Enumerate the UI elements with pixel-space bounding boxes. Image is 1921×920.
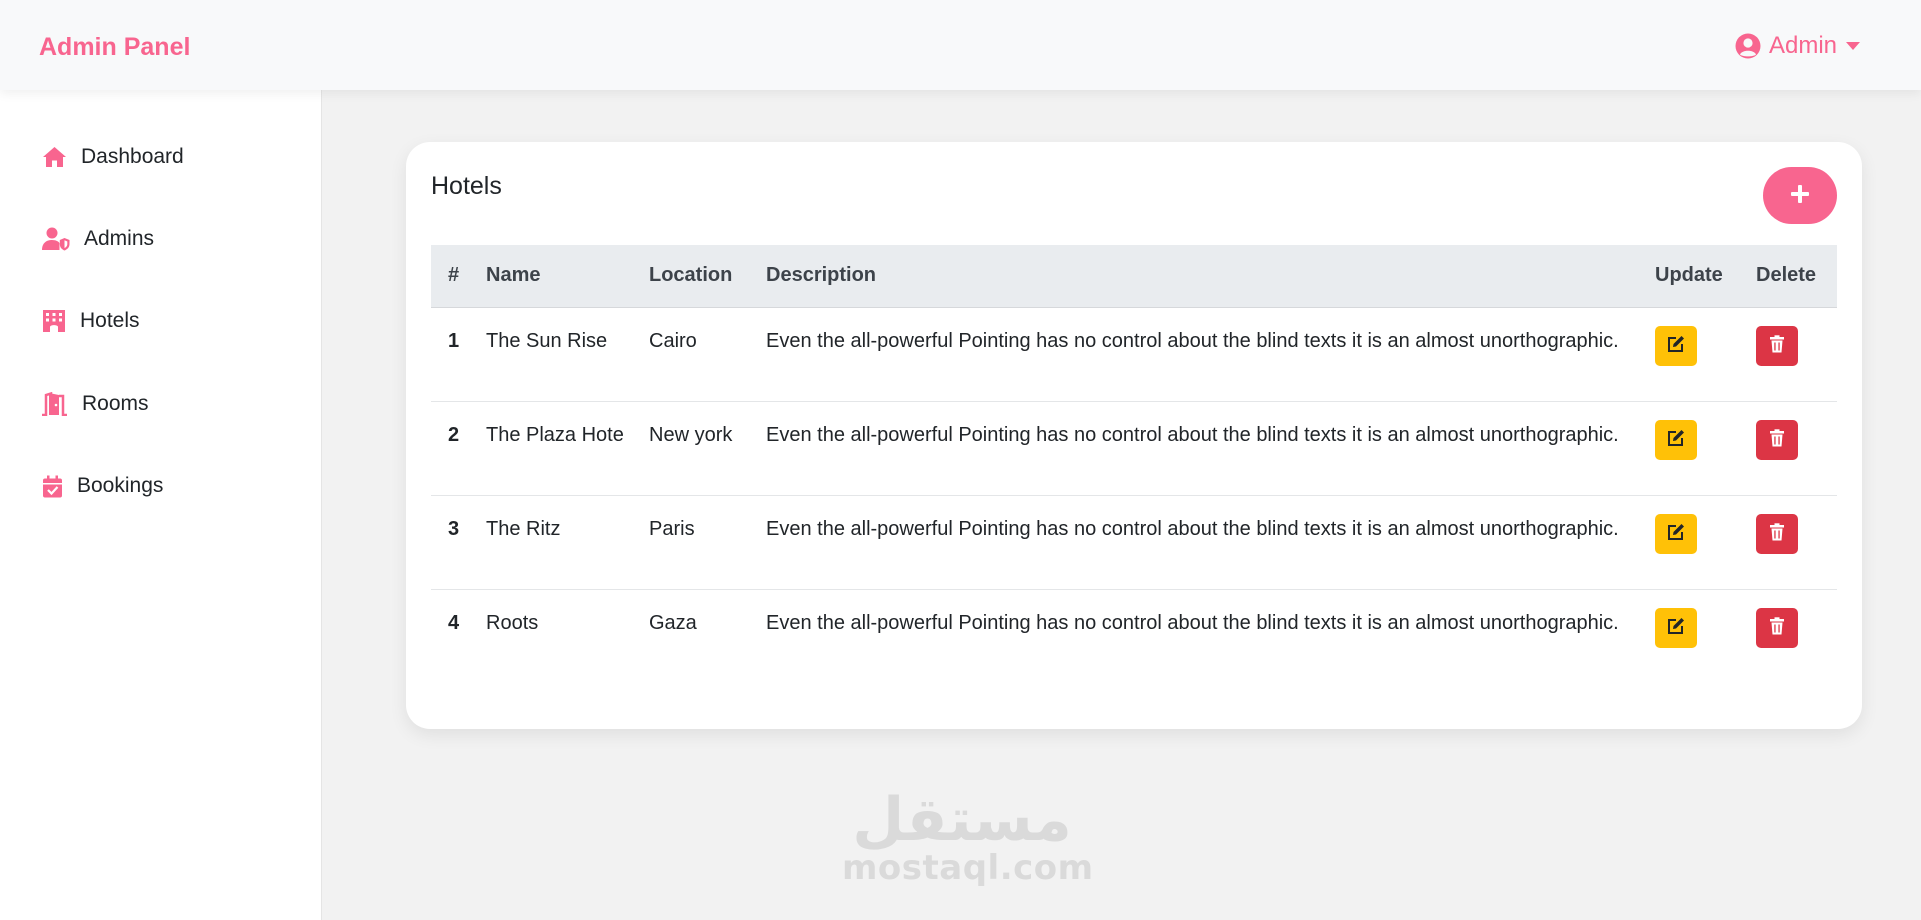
watermark-logo: مستقل mostaql.com	[842, 785, 1094, 888]
hotel-description: Even the all-powerful Pointing has no co…	[766, 611, 1619, 634]
row-number: 1	[431, 307, 476, 402]
delete-cell	[1746, 401, 1837, 496]
hotel-description: Even the all-powerful Pointing has no co…	[756, 495, 1645, 590]
update-button[interactable]	[1655, 513, 1697, 554]
sidebar-item-hotels[interactable]: Hotels	[42, 304, 140, 338]
hotel-name: The Plaza Hote	[476, 401, 639, 496]
brand-title[interactable]: Admin Panel	[39, 33, 190, 62]
trash-icon	[1769, 429, 1785, 450]
hotels-card: Hotels # Name Location Description Updat…	[406, 142, 1862, 729]
hotel-name: Roots	[486, 611, 539, 634]
add-hotel-button[interactable]	[1763, 167, 1837, 224]
column-header-description: Description	[756, 245, 1645, 308]
column-header-location: Location	[639, 245, 756, 308]
door-open-icon	[42, 392, 68, 416]
delete-cell	[1746, 589, 1837, 683]
column-header-name: Name	[476, 245, 639, 308]
user-menu-dropdown[interactable]: Admin	[1735, 30, 1861, 62]
delete-button[interactable]	[1756, 607, 1798, 648]
delete-button[interactable]	[1756, 419, 1798, 460]
watermark-latin-text: mostaql.com	[842, 848, 1094, 888]
sidebar-item-bookings[interactable]: Bookings	[42, 469, 163, 503]
delete-cell	[1746, 495, 1837, 590]
delete-cell	[1746, 307, 1837, 402]
trash-icon	[1769, 335, 1785, 356]
row-number: 3	[431, 495, 476, 590]
edit-icon	[1667, 523, 1685, 544]
home-icon	[42, 146, 67, 168]
sidebar-item-rooms[interactable]: Rooms	[42, 387, 149, 421]
edit-icon	[1667, 617, 1685, 638]
table-row: 1 The Sun Rise Cairo Even the all-powerf…	[431, 307, 1837, 402]
hotel-location: Gaza	[649, 611, 697, 634]
sidebar-item-dashboard[interactable]: Dashboard	[42, 140, 184, 174]
table-header-row: # Name Location Description Update Delet…	[431, 245, 1837, 308]
update-button[interactable]	[1655, 607, 1697, 648]
update-button[interactable]	[1655, 419, 1697, 460]
top-navbar: Admin Panel Admin	[0, 0, 1921, 90]
column-header-number: #	[431, 245, 476, 308]
sidebar: Dashboard Admins Hotels Rooms Bookings	[0, 90, 322, 920]
edit-icon	[1667, 335, 1685, 356]
watermark-arabic-text: مستقل	[852, 785, 1072, 855]
trash-icon	[1769, 523, 1785, 544]
sidebar-item-label: Bookings	[77, 474, 164, 497]
calendar-check-icon	[42, 475, 63, 498]
hotel-icon	[42, 309, 66, 333]
table-row: 3 The Ritz Paris Even the all-powerful P…	[431, 495, 1837, 590]
update-cell	[1645, 589, 1746, 683]
user-circle-icon	[1735, 33, 1761, 59]
hotel-name: The Sun Rise	[476, 307, 639, 402]
plus-icon	[1790, 184, 1810, 207]
update-button[interactable]	[1655, 325, 1697, 366]
column-header-update: Update	[1645, 245, 1746, 308]
user-menu-label: Admin	[1768, 32, 1837, 59]
column-header-delete: Delete	[1746, 245, 1837, 308]
hotel-location: New york	[639, 401, 756, 496]
trash-icon	[1769, 617, 1785, 638]
sidebar-item-label: Hotels	[80, 309, 140, 332]
user-shield-icon	[42, 227, 70, 251]
caret-down-icon	[1845, 41, 1861, 51]
sidebar-item-admins[interactable]: Admins	[42, 222, 154, 256]
hotel-description: Even the all-powerful Pointing has no co…	[756, 307, 1645, 402]
hotel-location: Paris	[639, 495, 756, 590]
sidebar-item-label: Admins	[84, 227, 155, 250]
update-cell	[1645, 307, 1746, 402]
hotel-name: The Ritz	[476, 495, 639, 590]
row-number: 2	[431, 401, 476, 496]
table-row: 2 The Plaza Hote New york Even the all-p…	[431, 401, 1837, 496]
sidebar-item-label: Dashboard	[81, 145, 184, 168]
delete-button[interactable]	[1756, 325, 1798, 366]
hotels-table: # Name Location Description Update Delet…	[431, 245, 1837, 683]
table-row: 4 Roots Gaza Even the all-powerful Point…	[431, 589, 1837, 683]
row-number: 4	[447, 611, 460, 634]
update-cell	[1645, 495, 1746, 590]
hotel-location: Cairo	[639, 307, 756, 402]
edit-icon	[1667, 429, 1685, 450]
hotel-description: Even the all-powerful Pointing has no co…	[756, 401, 1645, 496]
page-title: Hotels	[431, 172, 502, 200]
sidebar-item-label: Rooms	[82, 392, 149, 415]
update-cell	[1645, 401, 1746, 496]
delete-button[interactable]	[1756, 513, 1798, 554]
